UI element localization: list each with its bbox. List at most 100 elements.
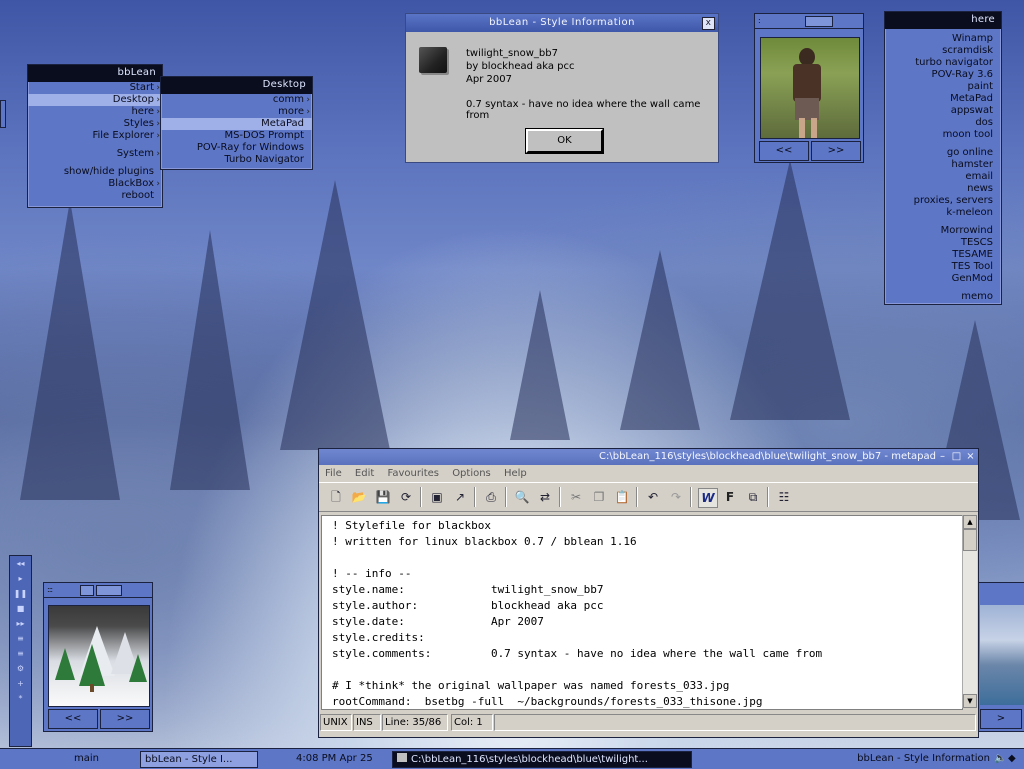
goto-icon[interactable]: ↗ (451, 488, 469, 506)
here-item-memo[interactable]: memo (885, 291, 1001, 303)
rewind-icon[interactable]: ◂◂ (10, 556, 31, 571)
here-item-turbo-navigator[interactable]: turbo navigator (885, 57, 1001, 69)
scroll-up-icon[interactable]: ▲ (963, 515, 977, 529)
paste-icon[interactable]: 📋 (613, 488, 631, 506)
viewer-top-drag-handle[interactable] (805, 16, 833, 27)
print-icon[interactable]: ⎙ (482, 488, 500, 506)
cut-icon[interactable]: ✂ (567, 488, 585, 506)
here-item-appswat[interactable]: appswat (885, 105, 1001, 117)
viewer-bottom-handle-a[interactable] (80, 585, 94, 596)
new-file-icon[interactable]: 🗋 (327, 488, 345, 506)
dialog-title-bar[interactable]: bbLean - Style Information x (406, 14, 718, 32)
here-item-winamp[interactable]: Winamp (885, 33, 1001, 45)
search-icon[interactable]: 🔍 (513, 488, 531, 506)
menu-item-show-hide-plugins[interactable]: show/hide plugins (28, 166, 162, 178)
task-metapad[interactable]: C:\bbLean_116\styles\blockhead\blue\twil… (392, 751, 692, 768)
here-item-go-online[interactable]: go online (885, 147, 1001, 159)
reload-icon[interactable]: ⟳ (397, 488, 415, 506)
star-icon[interactable]: * (10, 691, 31, 706)
task-style-info-2[interactable]: bbLean - Style Information (834, 751, 990, 766)
here-item-tesame[interactable]: TESAME (885, 249, 1001, 261)
settings-icon[interactable]: ☷ (775, 488, 793, 506)
word-wrap-icon[interactable]: W (698, 488, 718, 508)
menu-item-pov-ray[interactable]: POV-Ray for Windows (161, 142, 312, 154)
transparency-icon[interactable]: ⧉ (744, 488, 762, 506)
find-window-icon[interactable]: ▣ (428, 488, 446, 506)
copy-icon[interactable]: ❐ (590, 488, 608, 506)
editor-line: style.comments: 0.7 syntax - have no ide… (332, 647, 823, 660)
stop-icon[interactable]: ■ (10, 601, 31, 616)
here-item-dos[interactable]: dos (885, 117, 1001, 129)
menu-item-metapad[interactable]: MetaPad (161, 118, 312, 130)
menu-item-here[interactable]: here (28, 106, 162, 118)
menu-item-ms-dos-prompt[interactable]: MS-DOS Prompt (161, 130, 312, 142)
forward-icon[interactable]: ▸▸ (10, 616, 31, 631)
menu-item-desktop[interactable]: Desktop (28, 94, 162, 106)
pause-icon[interactable]: ❚❚ (10, 586, 31, 601)
viewer-right-next-button[interactable]: > (980, 709, 1022, 729)
viewer-bottom-handle-b[interactable] (96, 585, 122, 596)
menu-item-turbo-navigator[interactable]: Turbo Navigator (161, 154, 312, 166)
here-item-pov-ray[interactable]: POV-Ray 3.6 (885, 69, 1001, 81)
playlist-icon[interactable]: ≡ (10, 631, 31, 646)
here-item-scramdisk[interactable]: scramdisk (885, 45, 1001, 57)
undo-icon[interactable]: ↶ (644, 488, 662, 506)
speaker-icon[interactable]: 🔈 (994, 751, 1006, 766)
viewer-bottom-next-button[interactable]: >> (100, 709, 150, 729)
close-icon[interactable]: x (702, 17, 715, 30)
menu-item-start[interactable]: Start (28, 82, 162, 94)
here-item-morrowind[interactable]: Morrowind (885, 225, 1001, 237)
viewer-bottom-handle-bar[interactable]: ::: (44, 583, 152, 598)
here-item-email[interactable]: email (885, 171, 1001, 183)
tray-icon[interactable]: ◆ (1008, 751, 1020, 766)
save-icon[interactable]: 💾 (374, 488, 392, 506)
menu-item-comm[interactable]: comm (161, 94, 312, 106)
here-item-hamster[interactable]: hamster (885, 159, 1001, 171)
replace-icon[interactable]: ⇄ (536, 488, 554, 506)
scroll-down-icon[interactable]: ▼ (963, 694, 977, 708)
vertical-scrollbar[interactable]: ▲ ▼ (962, 515, 977, 708)
task-style-info[interactable]: bbLean - Style I... (140, 751, 258, 768)
here-item-moon-tool[interactable]: moon tool (885, 129, 1001, 141)
font-icon[interactable]: F (721, 488, 739, 506)
menu-favourites[interactable]: Favourites (387, 468, 439, 479)
ok-button[interactable]: OK (525, 128, 604, 154)
here-item-metapad[interactable]: MetaPad (885, 93, 1001, 105)
add-icon[interactable]: + (10, 676, 31, 691)
open-folder-icon[interactable]: 📂 (350, 488, 368, 506)
workspace-label[interactable]: main (74, 751, 134, 766)
equalizer-icon[interactable]: ≡ (10, 646, 31, 661)
here-item-paint[interactable]: paint (885, 81, 1001, 93)
viewer-top-prev-button[interactable]: << (759, 141, 809, 161)
menu-item-reboot[interactable]: reboot (28, 190, 162, 202)
metapad-title-bar[interactable]: C:\bbLean_116\styles\blockhead\blue\twil… (319, 449, 978, 465)
menu-help[interactable]: Help (504, 468, 527, 479)
menu-file[interactable]: File (325, 468, 342, 479)
viewer-bottom-prev-button[interactable]: << (48, 709, 98, 729)
here-item-tes-tool[interactable]: TES Tool (885, 261, 1001, 273)
menu-edit[interactable]: Edit (355, 468, 374, 479)
settings-icon[interactable]: ⚙ (10, 661, 31, 676)
minimize-icon[interactable]: – (937, 451, 948, 462)
menu-item-more[interactable]: more (161, 106, 312, 118)
here-item-k-meleon[interactable]: k-meleon (885, 207, 1001, 219)
here-item-news[interactable]: news (885, 183, 1001, 195)
viewer-top-handle-bar[interactable]: : (755, 14, 863, 29)
play-icon[interactable]: ▸ (10, 571, 31, 586)
redo-icon[interactable]: ↷ (667, 488, 685, 506)
menu-item-blackbox[interactable]: BlackBox (28, 178, 162, 190)
here-item-genmod[interactable]: GenMod (885, 273, 1001, 285)
text-editor[interactable]: ! Stylefile for blackbox ! written for l… (321, 515, 963, 710)
close-icon[interactable]: × (965, 451, 976, 462)
here-item-proxies-servers[interactable]: proxies, servers (885, 195, 1001, 207)
menu-item-styles[interactable]: Styles (28, 118, 162, 130)
menu-item-system[interactable]: System (28, 148, 162, 160)
style-info-dialog: bbLean - Style Information x twilight_sn… (405, 13, 719, 163)
menu-options[interactable]: Options (452, 468, 491, 479)
maximize-icon[interactable]: □ (951, 451, 962, 462)
here-item-tescs[interactable]: TESCS (885, 237, 1001, 249)
dialog-style-date: Apr 2007 (466, 74, 512, 85)
scroll-thumb[interactable] (963, 529, 977, 551)
viewer-top-next-button[interactable]: >> (811, 141, 861, 161)
menu-item-file-explorer[interactable]: File Explorer (28, 130, 162, 142)
